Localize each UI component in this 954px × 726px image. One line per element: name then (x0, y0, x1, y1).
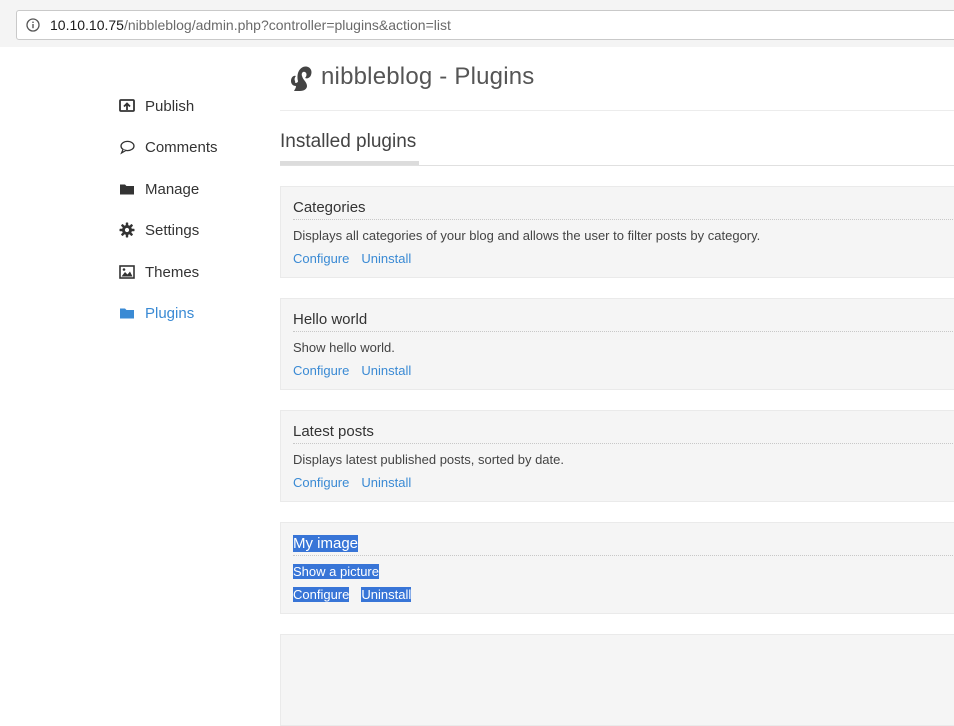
plugin-name: Categories (293, 199, 366, 216)
uninstall-link[interactable]: Uninstall (361, 475, 411, 490)
sidebar-item-label: Manage (145, 180, 200, 198)
plugin-divider (293, 219, 954, 220)
configure-link[interactable]: Configure (293, 251, 349, 266)
section-divider (280, 165, 954, 166)
header-divider (280, 110, 954, 111)
configure-link[interactable]: Configure (293, 587, 350, 602)
url-text[interactable]: 10.10.10.75/nibbleblog/admin.php?control… (50, 16, 451, 34)
plugin-description: Show a picture (293, 564, 379, 579)
browser-toolbar: 10.10.10.75/nibbleblog/admin.php?control… (0, 5, 954, 47)
folder-icon (120, 184, 134, 195)
sidebar-item-label: Settings (145, 221, 200, 239)
uninstall-link[interactable]: Uninstall (361, 363, 411, 378)
plugin-description: Displays all categories of your blog and… (293, 228, 761, 243)
plugin-card-categories: Categories Displays all categories of yo… (280, 186, 954, 278)
configure-link[interactable]: Configure (293, 363, 349, 378)
plugin-description: Show hello world. (293, 340, 395, 355)
sidebar-item-plugins[interactable]: Plugins (119, 303, 194, 323)
sidebar-item-label: Plugins (145, 304, 195, 322)
plugin-card-hello-world: Hello world Show hello world. Configure U… (280, 298, 954, 390)
gear-icon (119, 222, 135, 238)
sidebar-item-label: Themes (145, 263, 200, 281)
plugin-card-latest-posts: Latest posts Displays latest published p… (280, 410, 954, 502)
image-icon (119, 265, 135, 279)
comment-icon (120, 140, 135, 155)
plugin-description: Displays latest published posts, sorted … (293, 452, 564, 467)
folder-open-icon (120, 308, 134, 319)
plugin-card-partial (280, 634, 954, 726)
sidebar-item-comments[interactable]: Comments (119, 137, 218, 157)
page-title: nibbleblog - Plugins (321, 63, 535, 90)
publish-icon (119, 99, 135, 112)
plugin-actions: Configure Uninstall (293, 587, 423, 602)
plugin-divider (293, 331, 954, 332)
plugin-name: Hello world (293, 311, 368, 328)
configure-link[interactable]: Configure (293, 475, 349, 490)
sidebar-item-settings[interactable]: Settings (119, 220, 199, 240)
plugin-divider (293, 555, 954, 556)
plugin-name: Latest posts (293, 423, 374, 440)
uninstall-link[interactable]: Uninstall (361, 251, 411, 266)
sidebar-item-manage[interactable]: Manage (119, 179, 199, 199)
section-title: Installed plugins (280, 131, 417, 152)
sidebar-item-publish[interactable]: Publish (119, 96, 194, 116)
sidebar-item-label: Publish (145, 97, 195, 115)
plugin-actions: Configure Uninstall (293, 475, 423, 490)
url-host: 10.10.10.75 (50, 17, 124, 33)
nibbleblog-logo-icon (291, 66, 312, 91)
section-title-underline (280, 161, 419, 165)
plugin-actions: Configure Uninstall (293, 363, 423, 378)
plugin-card-my-image: My image Show a picture Configure Uninsta… (280, 522, 954, 614)
info-icon[interactable] (26, 18, 40, 32)
plugin-actions: Configure Uninstall (293, 251, 423, 266)
plugin-divider (293, 443, 954, 444)
sidebar-item-themes[interactable]: Themes (119, 262, 199, 282)
url-path: /nibbleblog/admin.php?controller=plugins… (123, 17, 451, 33)
address-bar[interactable]: 10.10.10.75/nibbleblog/admin.php?control… (16, 10, 954, 40)
sidebar-item-label: Comments (145, 138, 218, 156)
plugin-name: My image (293, 535, 359, 552)
uninstall-link[interactable]: Uninstall (361, 587, 412, 602)
